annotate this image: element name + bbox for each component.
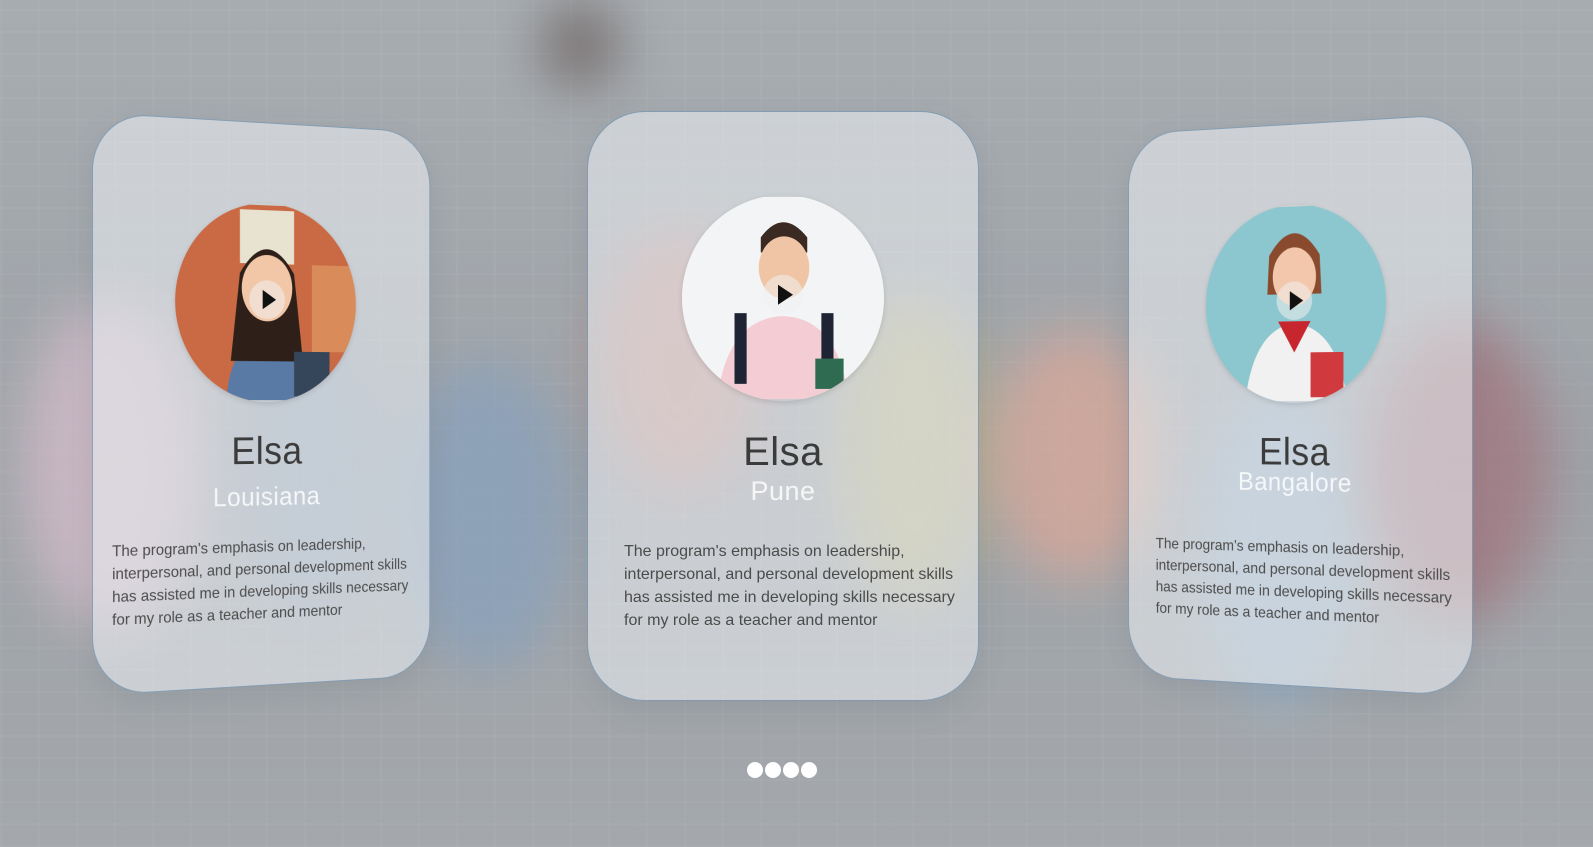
testimonial-quote: The program's emphasis on leadership, in… [1155,535,1452,627]
testimonial-quote: The program's emphasis on leadership, in… [624,543,955,629]
pagination-dot-3[interactable] [783,762,799,778]
pagination-dot-4[interactable] [801,762,817,778]
person-location: Bangalore [1238,466,1352,498]
avatar [175,200,356,403]
person-name: Elsa [743,430,823,474]
testimonial-quote: The program's emphasis on leadership, in… [112,536,409,630]
person-location: Louisiana [212,481,321,513]
person-name: Elsa [231,429,303,473]
avatar [1205,201,1387,403]
pagination-dot-2[interactable] [765,762,781,778]
play-video-button[interactable] [763,274,803,315]
carousel-pagination [747,762,817,778]
testimonial-card-pune: Elsa Pune The program's emphasis on lead… [587,111,979,701]
testimonial-card-bangalore: Elsa Bangalore The program's emphasis on… [1128,113,1473,697]
avatar [682,195,884,401]
play-video-button[interactable] [249,279,285,320]
person-location: Pune [750,476,816,506]
testimonial-card-louisiana: Elsa Louisiana The program's emphasis on… [92,112,431,696]
pagination-dot-1[interactable] [747,762,763,778]
